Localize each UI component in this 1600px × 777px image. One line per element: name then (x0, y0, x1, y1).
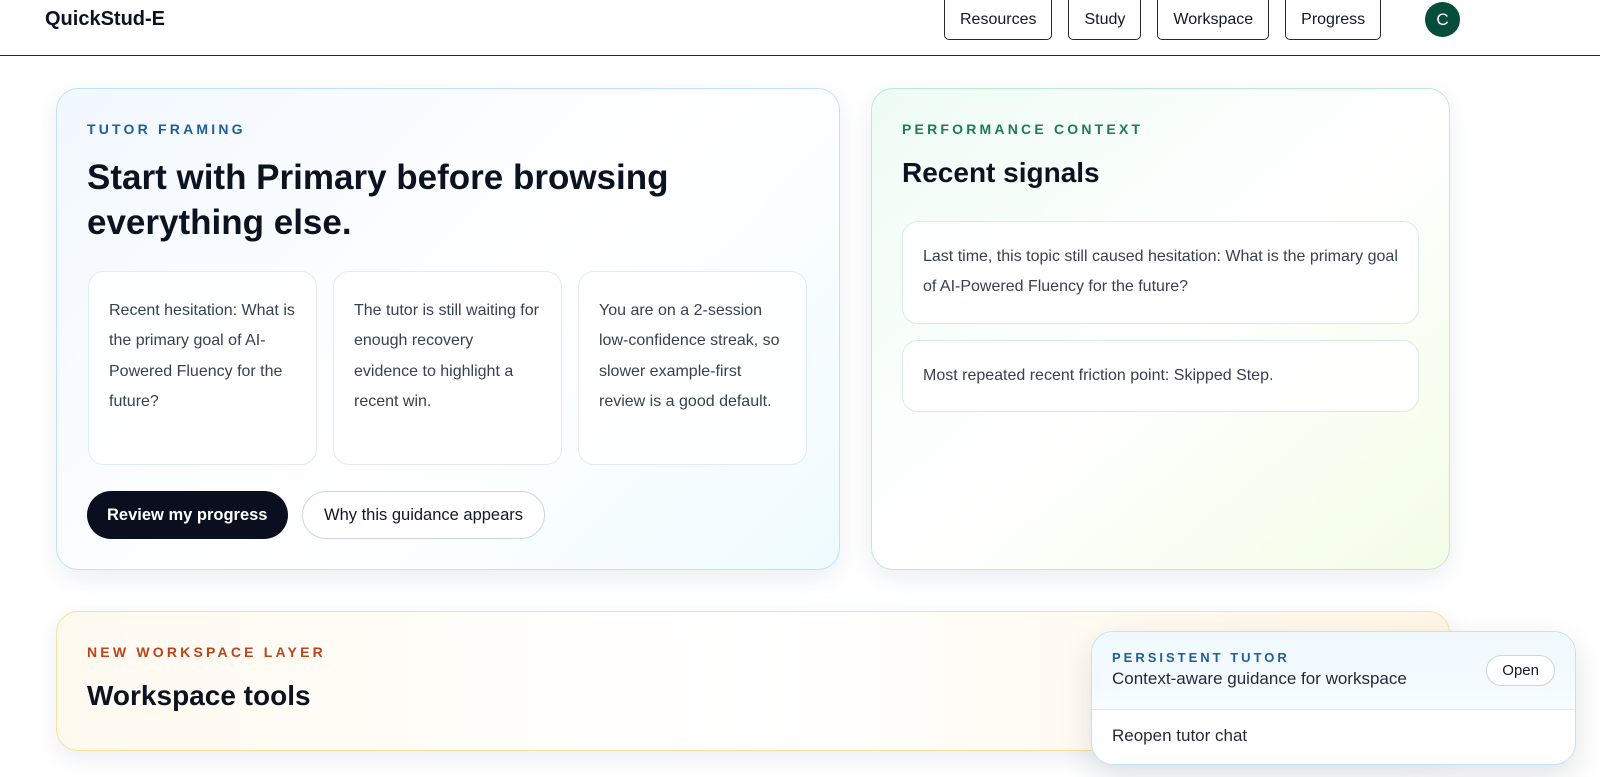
tutor-framing-card: TUTOR FRAMING Start with Primary before … (56, 88, 840, 570)
tutor-framing-title: Start with Primary before browsing every… (87, 158, 669, 242)
nav-study-button[interactable]: Study (1068, 0, 1142, 40)
user-avatar[interactable]: C (1425, 2, 1460, 37)
tutor-framing-eyebrow: TUTOR FRAMING (87, 121, 246, 137)
why-guidance-button[interactable]: Why this guidance appears (302, 491, 546, 539)
streak-tile: You are on a 2-session low-confidence st… (578, 271, 807, 465)
nav-progress-button[interactable]: Progress (1285, 0, 1382, 40)
brand-logo[interactable]: QuickStud-E (45, 8, 165, 31)
signal-hesitation: Last time, this topic still caused hesit… (902, 221, 1419, 324)
tutor-open-button[interactable]: Open (1486, 655, 1555, 686)
workspace-layer-eyebrow: NEW WORKSPACE LAYER (87, 644, 326, 660)
top-bar: QuickStud-E Resources Study Workspace Pr… (0, 0, 1600, 56)
review-progress-button[interactable]: Review my progress (87, 491, 288, 539)
workspace-tools-title: Workspace tools (87, 680, 311, 711)
tutor-panel-subtitle: Context-aware guidance for workspace (1112, 669, 1407, 688)
main-nav: Resources Study Workspace Progress (944, 0, 1382, 40)
signal-friction: Most repeated recent friction point: Ski… (902, 340, 1419, 412)
performance-context-eyebrow: PERFORMANCE CONTEXT (902, 121, 1144, 137)
recovery-tile: The tutor is still waiting for enough re… (333, 271, 562, 465)
hesitation-tile: Recent hesitation: What is the primary g… (88, 271, 317, 465)
nav-resources-button[interactable]: Resources (944, 0, 1053, 40)
recent-signals-title: Recent signals (902, 157, 1100, 188)
tutor-panel-header: PERSISTENT TUTOR Context-aware guidance … (1092, 632, 1575, 710)
tutor-panel-eyebrow: PERSISTENT TUTOR (1112, 650, 1290, 665)
persistent-tutor-panel: PERSISTENT TUTOR Context-aware guidance … (1091, 631, 1576, 765)
reopen-tutor-chat-link[interactable]: Reopen tutor chat (1112, 726, 1247, 746)
nav-workspace-button[interactable]: Workspace (1157, 0, 1270, 40)
performance-context-card: PERFORMANCE CONTEXT Recent signals Last … (871, 88, 1450, 570)
